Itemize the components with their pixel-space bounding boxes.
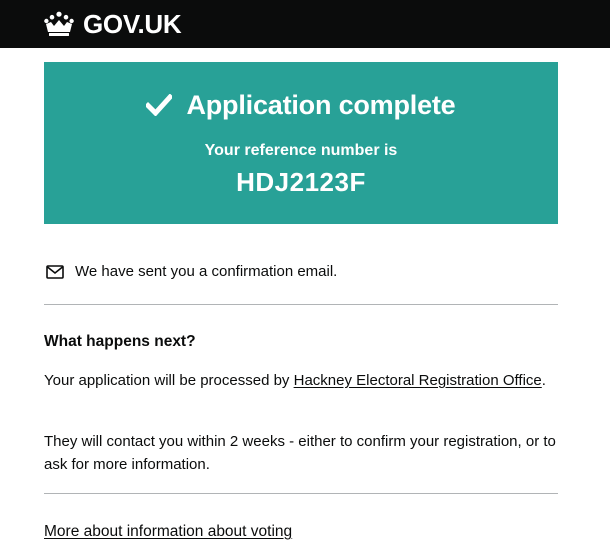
- email-confirmation-note: We have sent you a confirmation email.: [46, 262, 337, 282]
- email-confirmation-text: We have sent you a confirmation email.: [75, 263, 338, 280]
- panel-heading: Application complete: [44, 88, 558, 122]
- section-divider: [44, 493, 558, 494]
- site-header: GOV.UK: [0, 0, 610, 48]
- confirmation-panel: Application complete Your reference numb…: [44, 62, 558, 224]
- contact-paragraph: They will contact you within 2 weeks - e…: [44, 433, 556, 473]
- electoral-office-link[interactable]: Hackney Electoral Registration Office: [294, 372, 542, 389]
- govuk-logo-link[interactable]: GOV.UK: [43, 9, 182, 39]
- crown-icon: [44, 11, 74, 36]
- logo-text: GOV.UK: [83, 9, 182, 39]
- voting-info-link[interactable]: More about information about voting: [44, 521, 292, 543]
- processing-text: Your application will be processed by: [44, 372, 294, 389]
- next-steps-heading: What happens next?: [44, 333, 196, 350]
- mail-icon: [46, 265, 64, 279]
- tick-icon: [146, 94, 173, 116]
- section-divider: [44, 304, 558, 305]
- processing-text-end: .: [541, 372, 546, 389]
- processing-paragraph: Your application will be processed by Ha…: [44, 370, 558, 393]
- reference-number: HDJ2123F: [236, 167, 366, 197]
- panel-title: Application complete: [186, 90, 456, 120]
- reference-label: Your reference number is: [204, 142, 398, 159]
